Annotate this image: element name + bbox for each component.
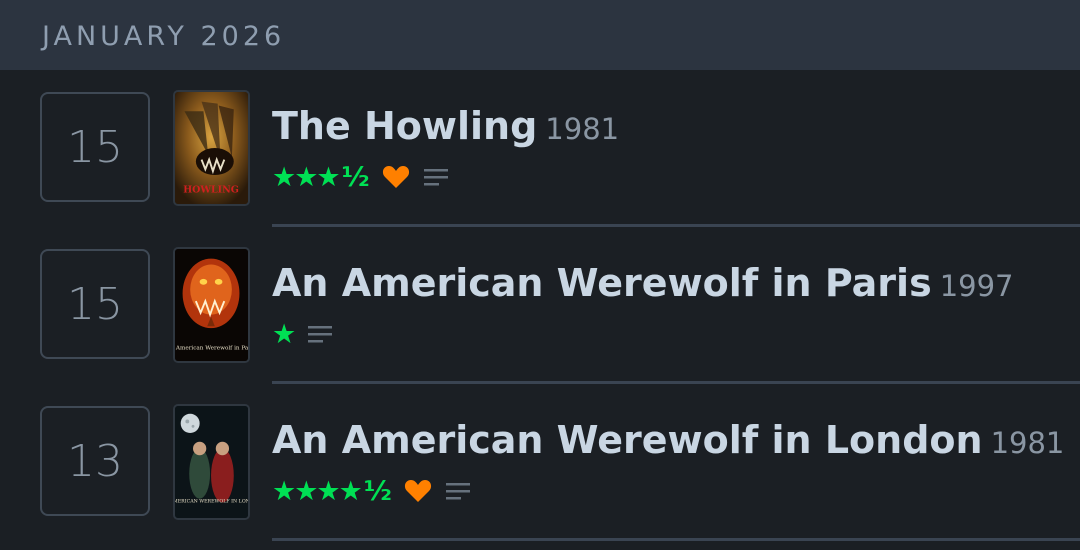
star-rating: ★★★ ½	[272, 162, 370, 193]
title-row: The Howling 1981	[272, 104, 619, 148]
film-year[interactable]: 1997	[940, 269, 1014, 303]
meta-row: ★★★ ½	[272, 160, 448, 194]
film-title[interactable]: An American Werewolf in Paris	[272, 261, 932, 305]
month-header: JANUARY 2026	[0, 0, 1080, 70]
film-title[interactable]: An American Werewolf in London	[272, 418, 983, 462]
poster-title-text: An American Werewolf in Paris	[175, 345, 248, 351]
divider	[272, 538, 1080, 541]
film-poster[interactable]: An American Werewolf in Paris	[173, 247, 250, 363]
meta-row: ★	[272, 317, 333, 351]
poster-title-text: AN AMERICAN WEREWOLF IN LONDON	[175, 499, 248, 505]
star-icons: ★★★★	[272, 475, 363, 507]
film-year[interactable]: 1981	[991, 426, 1065, 460]
film-title[interactable]: The Howling	[272, 104, 537, 148]
day-number[interactable]: 15	[40, 92, 150, 202]
diary-list: 15 HOWLING The Howling 1981 ★★★ ½ 15 Ame…	[0, 70, 1080, 550]
review-lines-icon[interactable]	[308, 324, 333, 344]
title-row: An American Werewolf in London 1981	[272, 418, 1064, 462]
film-poster[interactable]: HOWLING	[173, 90, 250, 206]
heart-icon	[382, 165, 410, 189]
month-label: JANUARY 2026	[42, 20, 286, 52]
film-poster[interactable]: AN AMERICAN WEREWOLF IN LONDON	[173, 404, 250, 520]
poster-title-text: HOWLING	[183, 184, 239, 195]
title-row: An American Werewolf in Paris 1997	[272, 261, 1014, 305]
diary-entry[interactable]: 15 HOWLING The Howling 1981 ★★★ ½	[0, 70, 1080, 227]
diary-entry[interactable]: 13 AN AMERICAN WEREWOLF IN LONDON An Ame…	[0, 384, 1080, 541]
review-lines-icon[interactable]	[423, 167, 448, 187]
star-icons: ★★★	[272, 161, 341, 193]
diary-entry[interactable]: 15 An American Werewolf in Paris An Amer…	[0, 227, 1080, 384]
star-rating: ★★★★ ½	[272, 476, 392, 507]
heart-icon	[404, 479, 432, 503]
star-icons: ★	[272, 318, 296, 350]
day-number[interactable]: 13	[40, 406, 150, 516]
half-star: ½	[363, 475, 392, 507]
meta-row: ★★★★ ½	[272, 474, 470, 508]
review-lines-icon[interactable]	[445, 481, 470, 501]
film-year[interactable]: 1981	[545, 112, 619, 146]
half-star: ½	[341, 161, 370, 193]
day-number[interactable]: 15	[40, 249, 150, 359]
star-rating: ★	[272, 318, 296, 350]
